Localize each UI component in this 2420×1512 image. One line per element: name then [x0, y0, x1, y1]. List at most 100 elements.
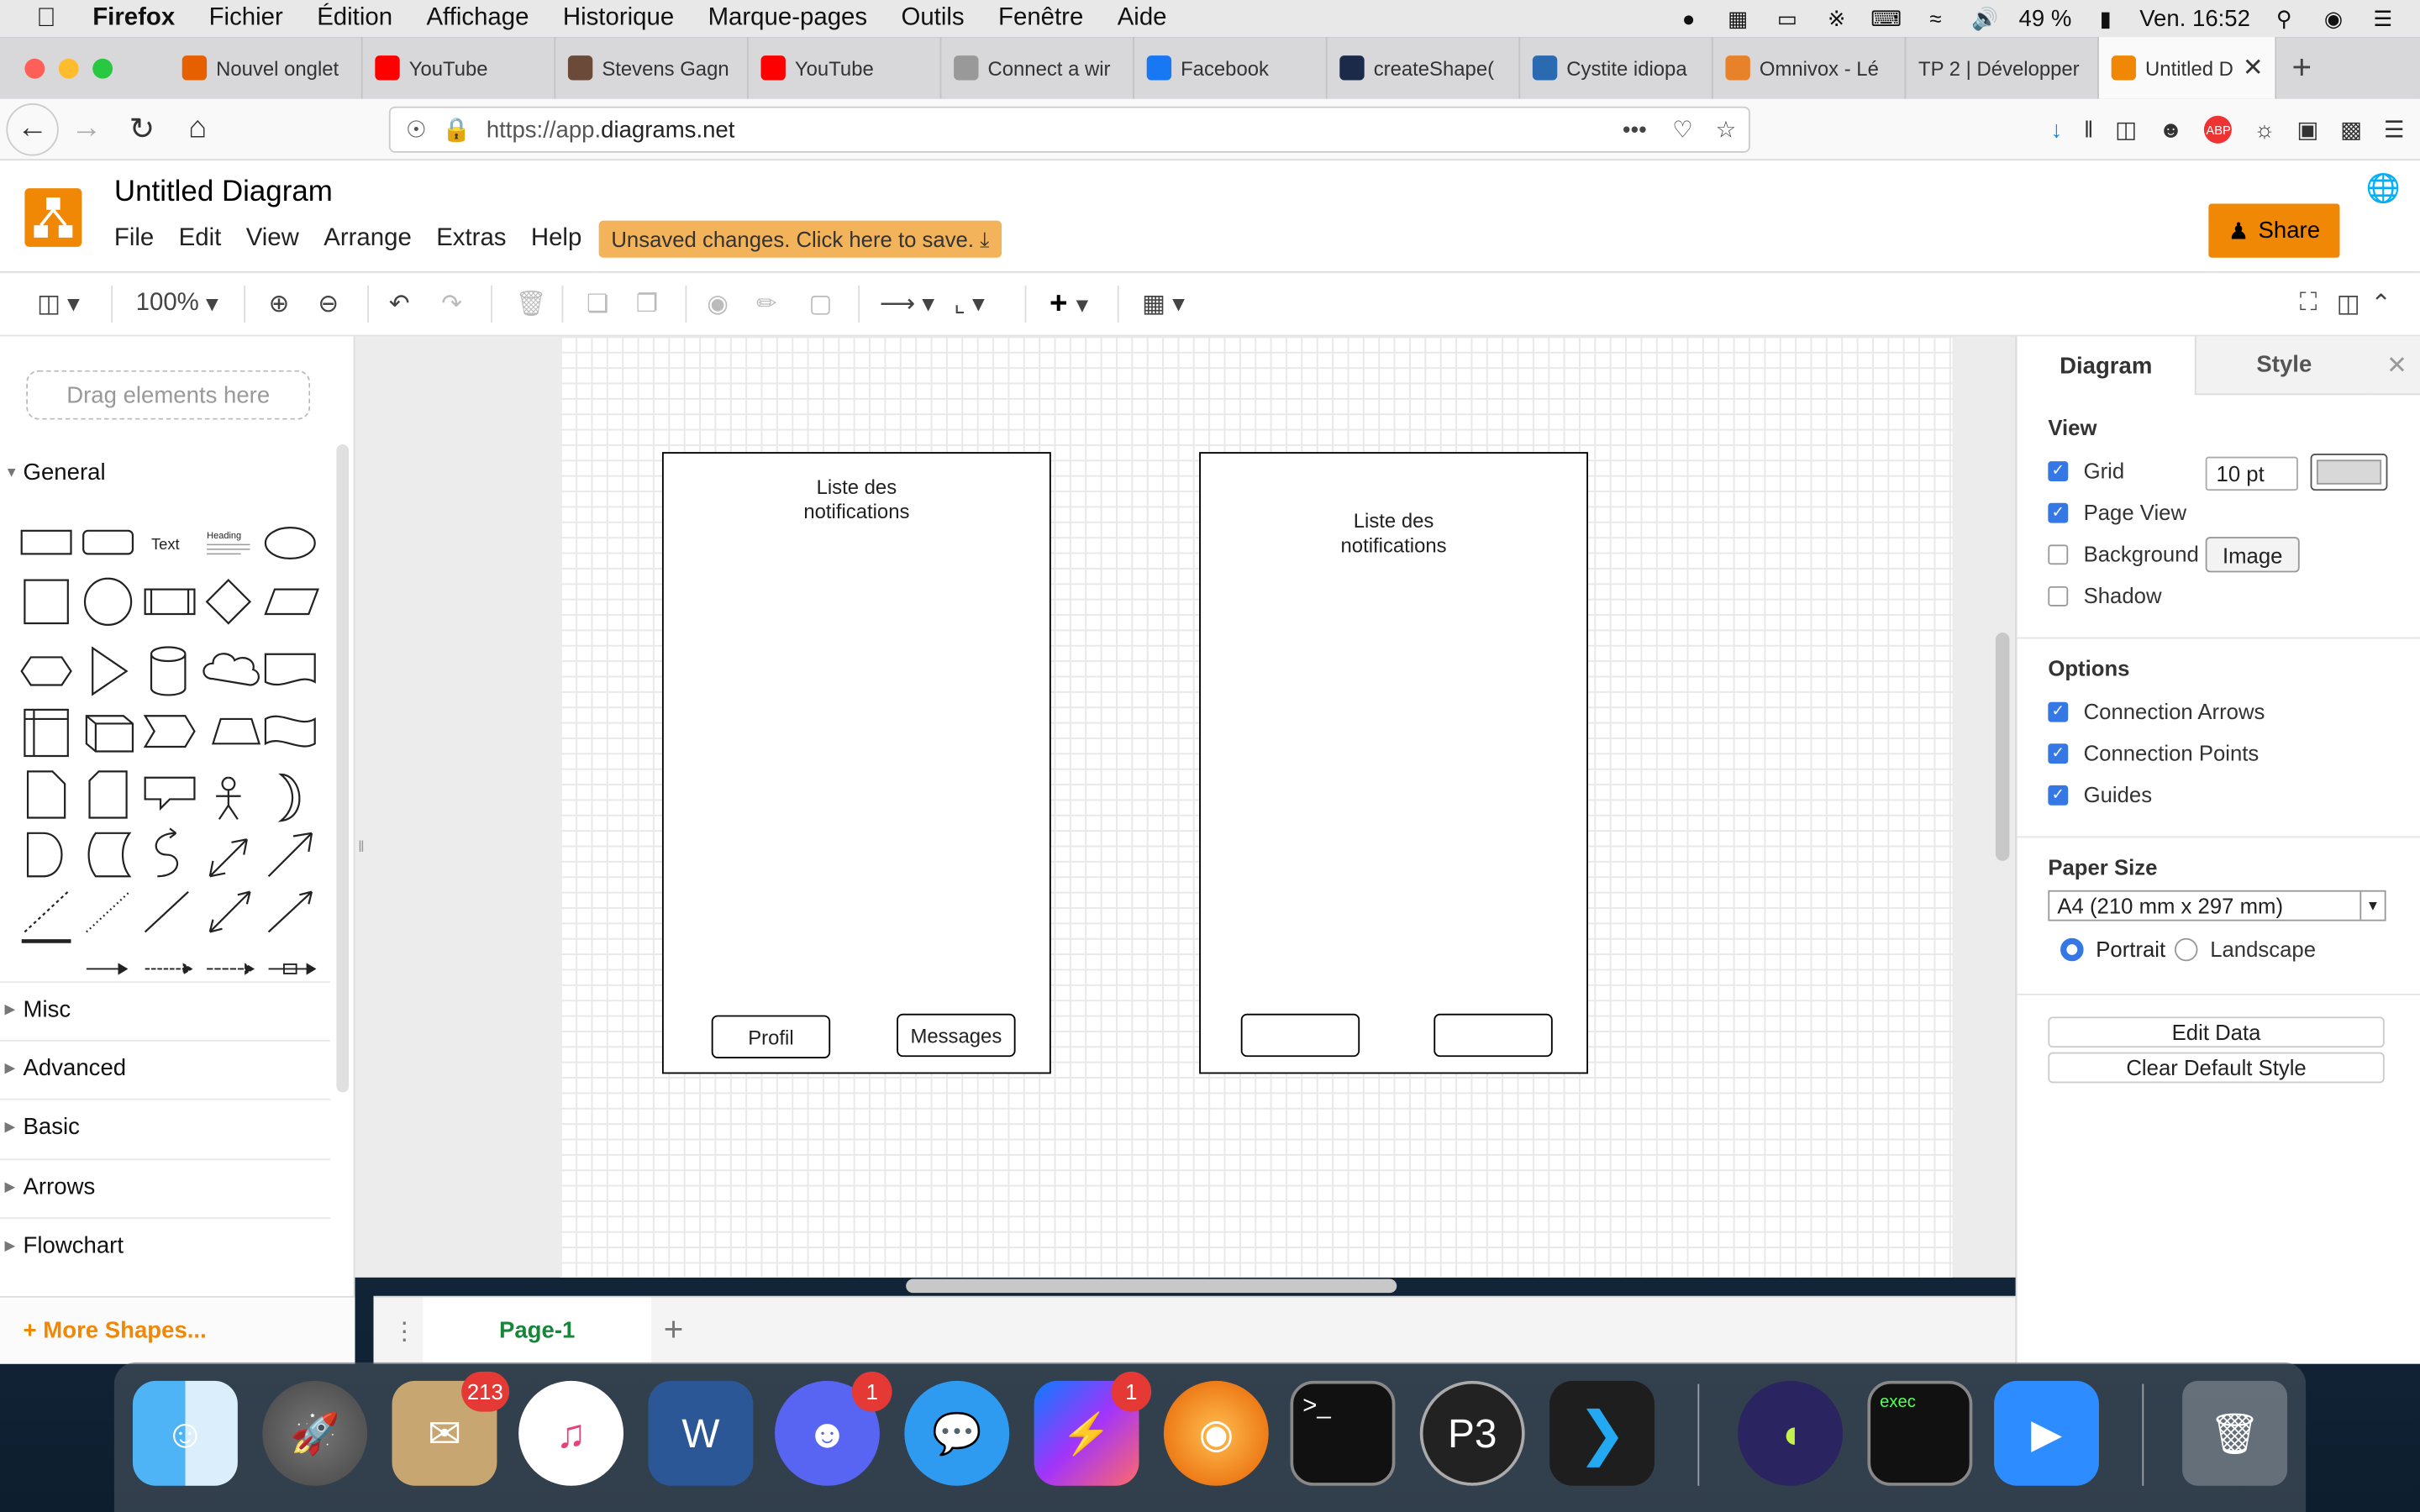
- grid-size-input[interactable]: 10 pt: [2205, 456, 2298, 491]
- zoom-in-icon[interactable]: ⊕: [269, 273, 290, 334]
- landscape-radio[interactable]: Landscape: [2174, 937, 2316, 961]
- grid-checkbox[interactable]: ✓ Grid: [2048, 459, 2124, 483]
- battery-percent[interactable]: 49 %: [2019, 5, 2072, 31]
- menu-edition[interactable]: Édition: [317, 5, 392, 33]
- browser-tab[interactable]: Cystite idiopa: [1520, 37, 1713, 99]
- zoom-select[interactable]: 100% ▾: [136, 273, 218, 334]
- menu-app-name[interactable]: Firefox: [92, 5, 175, 33]
- forward-button[interactable]: →: [59, 101, 114, 156]
- browser-tab[interactable]: Nouvel onglet: [170, 37, 363, 99]
- p3-app-icon[interactable]: P3: [1419, 1380, 1525, 1486]
- sidebar-resize-handle[interactable]: ‖: [358, 839, 365, 856]
- line-color-icon[interactable]: ✏: [756, 273, 777, 334]
- table-icon[interactable]: ▦ ▾: [1142, 273, 1185, 334]
- vscode-icon[interactable]: ❯: [1549, 1380, 1655, 1486]
- menu-marque-pages[interactable]: Marque-pages: [708, 5, 867, 33]
- shield-icon[interactable]: ☉: [406, 116, 427, 144]
- browser-tab[interactable]: YouTube: [363, 37, 556, 99]
- mail-icon[interactable]: ✉ 213: [392, 1371, 510, 1486]
- pocket-icon[interactable]: ♡: [1672, 116, 1693, 144]
- url-bar[interactable]: ☉ 🔒 https://app.diagrams.net ••• ♡ ☆: [388, 106, 1750, 153]
- grid-color-button[interactable]: [2310, 453, 2388, 491]
- eclipse-app-icon[interactable]: ◖: [1738, 1380, 1844, 1486]
- connection-arrows-checkbox[interactable]: ✓ Connection Arrows: [2048, 699, 2265, 723]
- launchpad-icon[interactable]: 🚀: [262, 1380, 368, 1486]
- back-button[interactable]: ←: [6, 102, 59, 155]
- spotlight-search-icon[interactable]: ⚲: [2269, 6, 2300, 30]
- redo-icon[interactable]: ↷: [441, 273, 462, 334]
- connection-style-icon[interactable]: ⟶ ▾: [880, 273, 934, 334]
- collapse-icon[interactable]: ⌃: [2370, 273, 2391, 334]
- clear-default-style-button[interactable]: Clear Default Style: [2048, 1052, 2385, 1084]
- firefox-dock-icon[interactable]: ◉: [1163, 1380, 1269, 1486]
- close-panel-icon[interactable]: ✕: [2372, 336, 2420, 396]
- close-window-button[interactable]: [24, 57, 45, 78]
- drag-elements-area[interactable]: Drag elements here: [26, 370, 311, 420]
- shadow-checkbox[interactable]: Shadow: [2048, 583, 2162, 608]
- zoom-out-icon[interactable]: ⊖: [318, 273, 339, 334]
- mockup-frame-1[interactable]: Liste des notifications Profil Messages: [661, 452, 1051, 1074]
- finder-icon[interactable]: ☺: [132, 1380, 238, 1486]
- extension-k-icon[interactable]: ▣: [2296, 116, 2318, 144]
- section-basic[interactable]: ▶ Basic: [0, 1098, 331, 1154]
- clock[interactable]: Ven. 16:52: [2139, 5, 2250, 31]
- undo-icon[interactable]: ↶: [389, 273, 410, 334]
- menu-extras[interactable]: Extras: [436, 225, 506, 253]
- adblock-icon[interactable]: ABP: [2204, 115, 2233, 144]
- terminal-icon[interactable]: >_: [1290, 1380, 1396, 1486]
- messages-button-shape[interactable]: Messages: [897, 1013, 1016, 1058]
- downloads-icon[interactable]: ↓: [2051, 117, 2063, 143]
- guides-checkbox[interactable]: ✓ Guides: [2048, 782, 2152, 807]
- menu-affichage[interactable]: Affichage: [426, 5, 529, 33]
- apple-menu-icon[interactable]: : [0, 3, 92, 34]
- waypoints-icon[interactable]: ⌞ ▾: [954, 273, 985, 334]
- empty-button-shape-right[interactable]: [1434, 1013, 1553, 1058]
- menu-outils[interactable]: Outils: [901, 5, 964, 33]
- menu-fenetre[interactable]: Fenêtre: [998, 5, 1083, 33]
- insert-plus-icon[interactable]: + ▾: [1050, 273, 1087, 334]
- toggle-panel-icon[interactable]: ◫: [2337, 273, 2360, 334]
- keyboard-icon[interactable]: ⌨: [1870, 6, 1902, 30]
- diagram-canvas[interactable]: Liste des notifications Profil Messages …: [355, 336, 2016, 1278]
- unsaved-changes-button[interactable]: Unsaved changes. Click here to save. ⤓: [598, 220, 1002, 258]
- menu-fichier[interactable]: Fichier: [209, 5, 283, 33]
- frame2-label[interactable]: Liste des notifications: [1201, 509, 1586, 559]
- share-button[interactable]: ♟ Share: [2208, 203, 2340, 258]
- pages-menu-icon[interactable]: ⋮: [392, 1316, 417, 1347]
- home-button[interactable]: ⌂: [170, 101, 225, 156]
- mockup-frame-2[interactable]: Liste des notifications: [1199, 452, 1588, 1074]
- add-page-button[interactable]: +: [664, 1310, 684, 1350]
- volume-icon[interactable]: 🔊: [1970, 6, 2001, 30]
- section-advanced[interactable]: ▶ Advanced: [0, 1039, 331, 1095]
- airplay-icon[interactable]: ▭: [1772, 6, 1803, 30]
- sidebar-toggle-icon[interactable]: ◫: [2115, 116, 2137, 144]
- sidebar-scrollbar[interactable]: [336, 444, 350, 1093]
- browser-tab[interactable]: Facebook: [1134, 37, 1328, 99]
- browser-tab[interactable]: Omnivox - Lé: [1713, 37, 1907, 99]
- reload-button[interactable]: ↻: [114, 101, 170, 156]
- minimize-window-button[interactable]: [58, 57, 79, 78]
- music-icon[interactable]: ♫: [518, 1380, 624, 1486]
- tab-style[interactable]: Style: [2194, 336, 2373, 396]
- browser-tab[interactable]: TP 2 | Développer: [1906, 37, 2099, 99]
- paper-size-select[interactable]: A4 (210 mm x 297 mm) ▼: [2048, 890, 2386, 921]
- bluetooth-icon[interactable]: ※: [1821, 6, 1852, 30]
- background-checkbox[interactable]: Background: [2048, 542, 2199, 566]
- menu-edit[interactable]: Edit: [179, 225, 222, 253]
- word-icon[interactable]: W: [648, 1380, 754, 1486]
- shadow-icon[interactable]: ▢: [808, 273, 832, 334]
- fullscreen-icon[interactable]: ⛶: [2300, 273, 2317, 334]
- section-flowchart[interactable]: ▶ Flowchart: [0, 1217, 331, 1273]
- frame1-label[interactable]: Liste des notifications: [664, 475, 1050, 525]
- edit-data-button[interactable]: Edit Data: [2048, 1016, 2385, 1048]
- extension-box-icon[interactable]: ▩: [2340, 116, 2362, 144]
- page-paper[interactable]: Liste des notifications Profil Messages …: [560, 336, 1953, 1278]
- browser-tab[interactable]: Stevens Gagn: [555, 37, 749, 99]
- menu-file[interactable]: File: [114, 225, 154, 253]
- language-globe-icon[interactable]: 🌐: [2366, 173, 2401, 206]
- connection-points-checkbox[interactable]: ✓ Connection Points: [2048, 741, 2259, 765]
- zoom-window-button[interactable]: [92, 57, 113, 78]
- more-shapes-button[interactable]: + More Shapes...: [0, 1295, 355, 1364]
- menu-arrange[interactable]: Arrange: [324, 225, 412, 253]
- empty-button-shape-left[interactable]: [1240, 1013, 1360, 1058]
